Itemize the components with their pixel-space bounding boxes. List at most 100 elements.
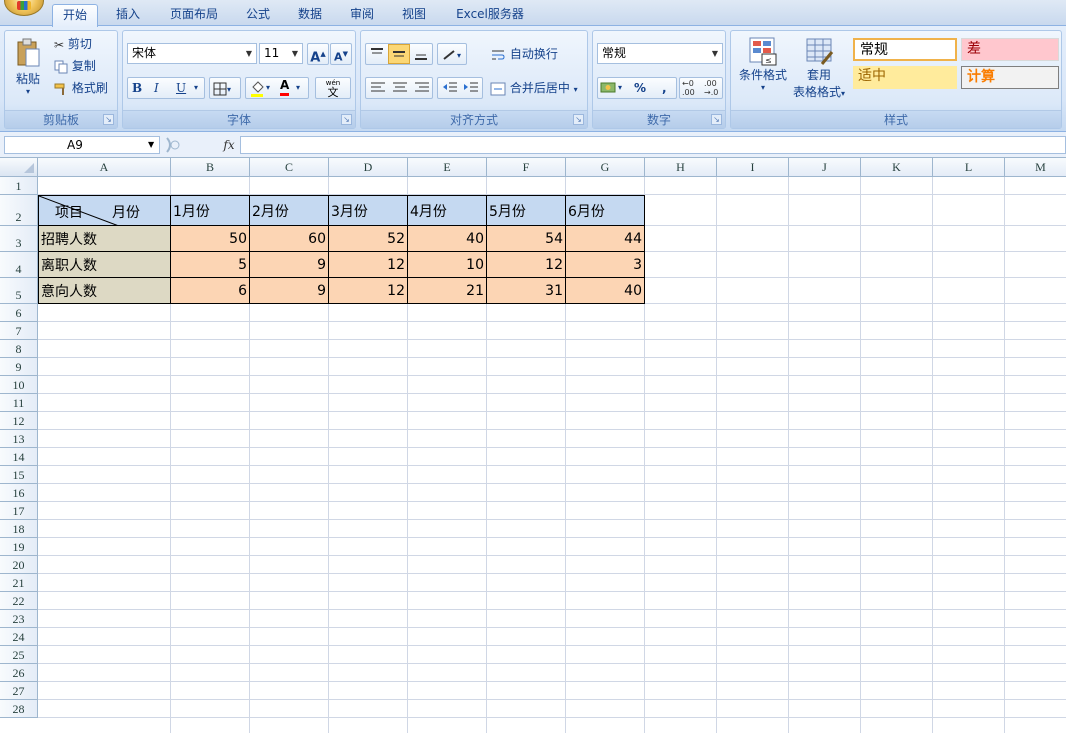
- orientation-dropdown-icon[interactable]: ▾: [457, 51, 461, 60]
- value-cell[interactable]: 60: [250, 226, 329, 252]
- tab-view[interactable]: 视图: [392, 4, 436, 26]
- value-cell[interactable]: 9: [250, 252, 329, 278]
- percent-button[interactable]: %: [634, 78, 646, 98]
- underline-dropdown-icon[interactable]: ▾: [194, 78, 198, 98]
- tab-insert[interactable]: 插入: [106, 4, 150, 26]
- row-header-11[interactable]: 11: [0, 394, 38, 412]
- borders-dropdown-icon[interactable]: ▾: [227, 85, 231, 94]
- row-header-8[interactable]: 8: [0, 340, 38, 358]
- font-name-select[interactable]: 宋体 ▼: [127, 43, 257, 64]
- currency-dropdown-icon[interactable]: ▾: [618, 78, 622, 98]
- tab-data[interactable]: 数据: [288, 4, 332, 26]
- column-header-d[interactable]: D: [329, 158, 408, 177]
- row-header-19[interactable]: 19: [0, 538, 38, 556]
- month-header-cell[interactable]: 5月份: [487, 195, 566, 226]
- clipboard-launcher-icon[interactable]: ↘: [103, 114, 114, 125]
- style-bad[interactable]: 差: [961, 38, 1059, 61]
- row-header-12[interactable]: 12: [0, 412, 38, 430]
- format-as-table-button[interactable]: 套用 表格格式▾: [789, 33, 849, 107]
- value-cell[interactable]: 50: [171, 226, 250, 252]
- cut-button[interactable]: ✂ 剪切: [53, 33, 113, 55]
- fill-color-dropdown-icon[interactable]: ▾: [266, 78, 270, 98]
- row-header-6[interactable]: 6: [0, 304, 38, 322]
- header-diagonal-cell[interactable]: 月份 项目: [38, 195, 172, 246]
- number-format-dropdown-icon[interactable]: ▼: [708, 44, 722, 63]
- align-right-icon[interactable]: [413, 79, 431, 97]
- value-cell[interactable]: 40: [408, 226, 487, 252]
- value-cell[interactable]: 12: [329, 278, 408, 304]
- row-header-5[interactable]: 5: [0, 278, 38, 304]
- format-as-table-dropdown-icon[interactable]: ▾: [841, 89, 845, 98]
- column-header-m[interactable]: M: [1005, 158, 1066, 177]
- row-header-7[interactable]: 7: [0, 322, 38, 340]
- worksheet-grid[interactable]: ABCDEFGHIJKLM 1 2 3 4 5 6 7 8 9 10 11 12 13 14 15 16 17 1…: [0, 158, 1066, 733]
- column-header-k[interactable]: K: [861, 158, 933, 177]
- month-header-cell[interactable]: 4月份: [408, 195, 487, 226]
- align-center-icon[interactable]: [391, 79, 409, 97]
- column-header-f[interactable]: F: [487, 158, 566, 177]
- paste-button[interactable]: 粘贴 ▾: [11, 35, 45, 105]
- column-header-i[interactable]: I: [717, 158, 789, 177]
- select-all-button[interactable]: [0, 158, 38, 177]
- phonetic-button[interactable]: wén 文: [315, 77, 351, 99]
- column-header-l[interactable]: L: [933, 158, 1005, 177]
- row-header-21[interactable]: 21: [0, 574, 38, 592]
- conditional-dropdown-icon[interactable]: ▾: [736, 83, 790, 92]
- tab-home[interactable]: 开始: [52, 4, 98, 27]
- row-header-14[interactable]: 14: [0, 448, 38, 466]
- row-header-13[interactable]: 13: [0, 430, 38, 448]
- name-box[interactable]: A9: [4, 136, 160, 154]
- font-launcher-icon[interactable]: ↘: [341, 114, 352, 125]
- column-header-h[interactable]: H: [645, 158, 717, 177]
- value-cell[interactable]: 54: [487, 226, 566, 252]
- decrease-indent-icon[interactable]: [441, 79, 459, 97]
- row-header-2[interactable]: 2: [0, 195, 38, 226]
- row-header-17[interactable]: 17: [0, 502, 38, 520]
- grow-font-button[interactable]: A▲: [307, 43, 329, 65]
- style-normal[interactable]: 常规: [853, 38, 957, 61]
- row-header-20[interactable]: 20: [0, 556, 38, 574]
- align-left-icon[interactable]: [369, 79, 387, 97]
- align-middle-icon[interactable]: [388, 44, 410, 64]
- align-top-icon[interactable]: [368, 45, 386, 63]
- value-cell[interactable]: 44: [566, 226, 645, 252]
- merge-dropdown-icon[interactable]: ▾: [574, 85, 578, 94]
- row-header-1[interactable]: 1: [0, 177, 38, 195]
- value-cell[interactable]: 10: [408, 252, 487, 278]
- row-header-9[interactable]: 9: [0, 358, 38, 376]
- insert-function-button[interactable]: fx: [219, 136, 239, 154]
- row-header-16[interactable]: 16: [0, 484, 38, 502]
- row-header-25[interactable]: 25: [0, 646, 38, 664]
- underline-button[interactable]: U: [176, 78, 186, 98]
- value-cell[interactable]: 9: [250, 278, 329, 304]
- value-cell[interactable]: 12: [487, 252, 566, 278]
- month-header-cell[interactable]: 1月份: [171, 195, 250, 226]
- value-cell[interactable]: 21: [408, 278, 487, 304]
- row-header-24[interactable]: 24: [0, 628, 38, 646]
- tab-page-layout[interactable]: 页面布局: [160, 4, 228, 26]
- font-size-select[interactable]: 11 ▼: [259, 43, 303, 64]
- orientation-button[interactable]: ▾: [437, 43, 467, 65]
- item-label-cell[interactable]: 离职人数: [38, 252, 171, 278]
- font-color-dropdown-icon[interactable]: ▾: [296, 78, 300, 98]
- style-neutral[interactable]: 适中: [853, 66, 957, 89]
- currency-icon[interactable]: [600, 80, 618, 96]
- row-header-26[interactable]: 26: [0, 664, 38, 682]
- column-header-c[interactable]: C: [250, 158, 329, 177]
- value-cell[interactable]: 12: [329, 252, 408, 278]
- column-header-j[interactable]: J: [789, 158, 861, 177]
- row-header-22[interactable]: 22: [0, 592, 38, 610]
- formula-input[interactable]: [240, 136, 1066, 154]
- column-header-e[interactable]: E: [408, 158, 487, 177]
- row-header-27[interactable]: 27: [0, 682, 38, 700]
- paste-dropdown-icon[interactable]: ▾: [12, 87, 44, 96]
- item-label-cell[interactable]: 意向人数: [38, 278, 171, 304]
- shrink-font-button[interactable]: A▼: [330, 43, 352, 65]
- decrease-decimal-icon[interactable]: .00 →.0: [704, 79, 718, 97]
- month-header-cell[interactable]: 2月份: [250, 195, 329, 226]
- row-header-4[interactable]: 4: [0, 252, 38, 278]
- copy-button[interactable]: 复制: [53, 55, 113, 77]
- value-cell[interactable]: 5: [171, 252, 250, 278]
- borders-button[interactable]: ▾: [209, 77, 241, 99]
- bold-button[interactable]: B: [132, 78, 142, 98]
